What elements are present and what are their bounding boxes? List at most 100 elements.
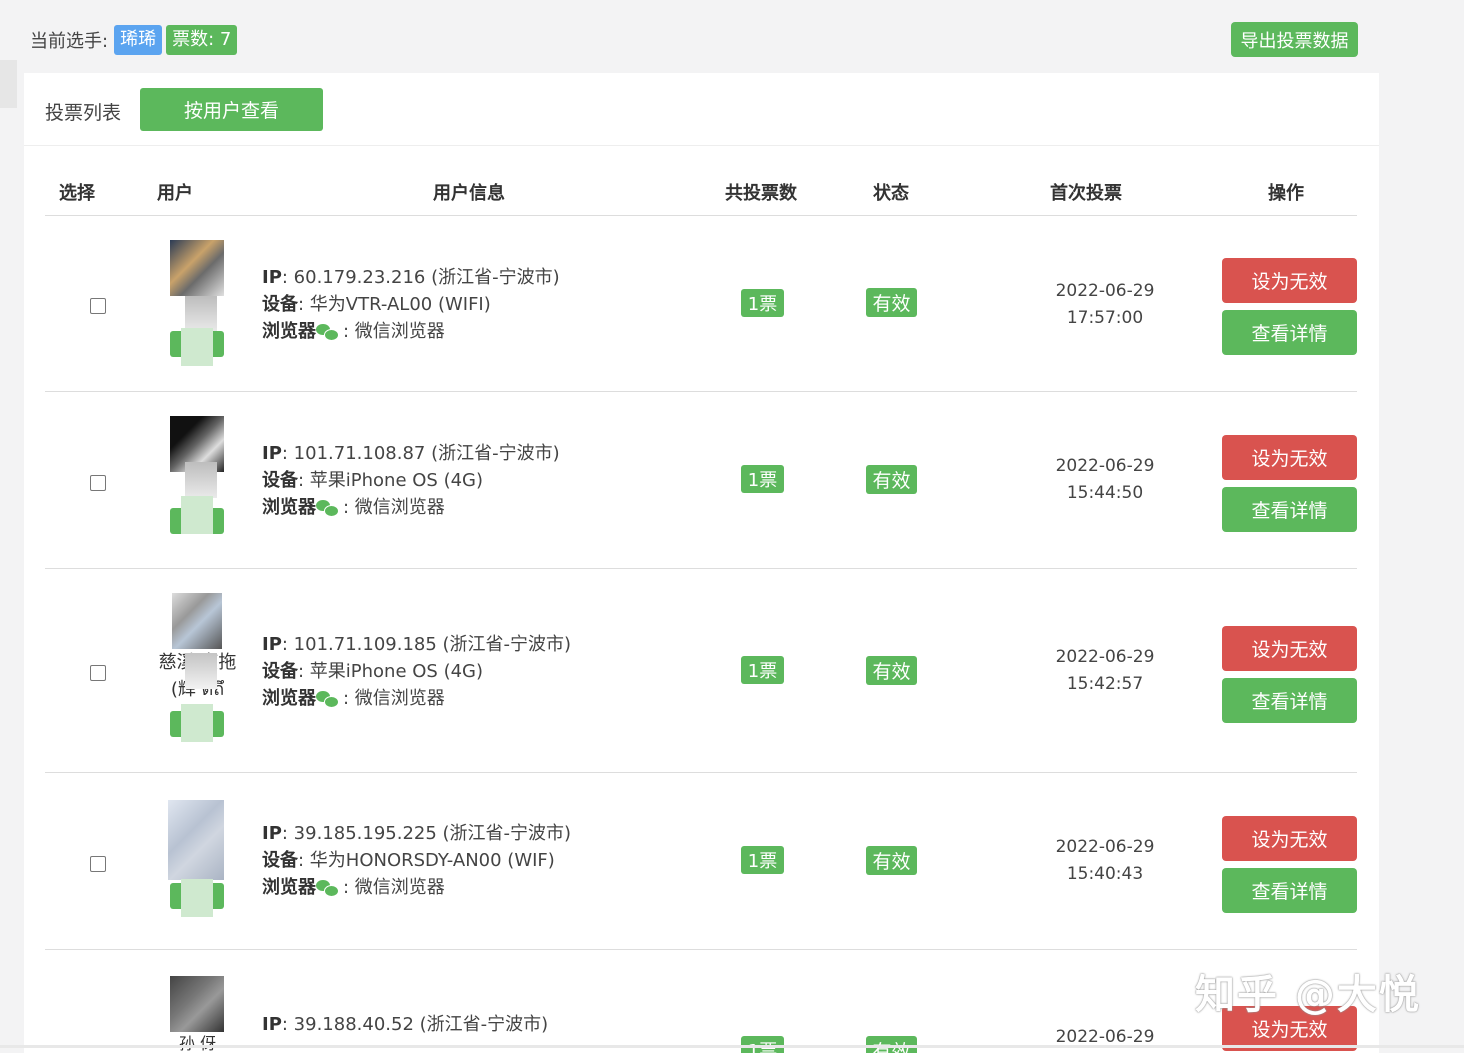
first-vote-time: 2022-06-29 17:57:00 — [1035, 278, 1175, 332]
side-tab[interactable] — [0, 60, 17, 108]
vote-count-badge: 1票 — [741, 289, 784, 317]
ip-label: IP — [262, 267, 282, 288]
first-vote-date: 2022-06-29 — [1055, 281, 1155, 301]
device-label: 设备 — [262, 850, 298, 871]
status-badge: 有效 — [866, 465, 917, 494]
column-header-actions: 操作 — [1268, 183, 1304, 204]
user-info: IP: 60.179.23.216 (浙江省-宁波市) 设备: 华为VTR-AL… — [262, 264, 560, 345]
set-invalid-button[interactable]: 设为无效 — [1222, 816, 1357, 861]
watermark: 知乎 @大悦 — [1195, 972, 1421, 1018]
table-row: 孙 伢 IP: 39.188.40.52 (浙江省-宁波市) 1票 有效 202… — [45, 950, 1357, 1053]
user-tag-blur — [181, 328, 213, 366]
view-details-button[interactable]: 查看详情 — [1222, 310, 1357, 355]
row-checkbox[interactable] — [90, 298, 106, 314]
ip-label: IP — [262, 823, 282, 844]
wechat-icon — [316, 500, 339, 517]
row-checkbox[interactable] — [90, 475, 106, 491]
browser-value: : 微信浏览器 — [343, 688, 445, 709]
set-invalid-button[interactable]: 设为无效 — [1222, 435, 1357, 480]
export-votes-button[interactable]: 导出投票数据 — [1231, 22, 1358, 57]
view-details-button[interactable]: 查看详情 — [1222, 678, 1357, 723]
ip-value: : 39.188.40.52 (浙江省-宁波市) — [281, 1014, 549, 1035]
user-avatar — [168, 800, 224, 880]
ip-label: IP — [262, 1014, 282, 1035]
first-vote-date: 2022-06-29 — [1055, 647, 1155, 667]
wechat-icon — [316, 880, 339, 897]
set-invalid-button[interactable]: 设为无效 — [1222, 258, 1357, 303]
browser-value: : 微信浏览器 — [343, 497, 445, 518]
browser-value: : 微信浏览器 — [343, 877, 445, 898]
device-value: : 苹果iPhone OS (4G) — [298, 661, 484, 682]
avatar-blur — [185, 296, 217, 332]
user-info: IP: 101.71.108.87 (浙江省-宁波市) 设备: 苹果iPhone… — [262, 440, 560, 521]
vote-count-badge: 票数: 7 — [166, 25, 238, 55]
ip-label: IP — [262, 443, 282, 464]
vote-count-badge: 1票 — [741, 846, 784, 874]
user-avatar — [170, 240, 224, 296]
view-details-button[interactable]: 查看详情 — [1222, 487, 1357, 532]
first-vote-date: 2022-06-29 — [1055, 837, 1155, 857]
browser-label: 浏览器 — [262, 688, 316, 709]
device-value: : 华为VTR-AL00 (WIFI) — [298, 294, 491, 315]
device-label: 设备 — [262, 470, 298, 491]
ip-value: : 101.71.109.185 (浙江省-宁波市) — [281, 634, 572, 655]
user-nickname: 孙 伢 — [178, 1034, 217, 1053]
avatar-blur — [185, 653, 217, 689]
browser-label: 浏览器 — [262, 497, 316, 518]
user-avatar — [172, 593, 222, 649]
first-vote-clock: 17:57:00 — [1066, 308, 1144, 328]
first-vote-date: 2022-06-29 — [1055, 456, 1155, 476]
set-invalid-button[interactable]: 设为无效 — [1222, 626, 1357, 671]
column-header-user-info: 用户信息 — [433, 183, 505, 204]
table-row: IP: 60.179.23.216 (浙江省-宁波市) 设备: 华为VTR-AL… — [45, 216, 1357, 392]
first-vote-time: 2022-06-29 15:44:50 — [1035, 453, 1175, 507]
browser-label: 浏览器 — [262, 321, 316, 342]
table-row: IP: 101.71.108.87 (浙江省-宁波市) 设备: 苹果iPhone… — [45, 392, 1357, 569]
first-vote-clock: 15:40:43 — [1066, 864, 1144, 884]
row-checkbox[interactable] — [90, 665, 106, 681]
wechat-icon — [316, 691, 339, 708]
panel-title: 投票列表 — [45, 102, 122, 124]
vote-list-panel: 投票列表 按用户查看 选择 用户 用户信息 共投票数 状态 首次投票 操作 IP… — [24, 73, 1379, 1053]
status-badge: 有效 — [866, 846, 917, 875]
column-header-status: 状态 — [873, 183, 909, 204]
ip-value: : 101.71.108.87 (浙江省-宁波市) — [281, 443, 560, 464]
table-row: IP: 39.185.195.225 (浙江省-宁波市) 设备: 华为HONOR… — [45, 773, 1357, 950]
view-details-button[interactable]: 查看详情 — [1222, 868, 1357, 913]
wechat-icon — [316, 324, 339, 341]
column-header-first-vote: 首次投票 — [1050, 183, 1122, 204]
table-header: 选择 用户 用户信息 共投票数 状态 首次投票 操作 — [45, 169, 1357, 216]
device-value: : 苹果iPhone OS (4G) — [298, 470, 484, 491]
row-checkbox[interactable] — [90, 856, 106, 872]
avatar-blur — [185, 462, 217, 498]
current-candidate-bar: 当前选手: 琋琋 票数: 7 — [30, 24, 238, 56]
panel-header: 投票列表 按用户查看 — [24, 73, 1379, 146]
first-vote-time: 2022-06-29 15:40:43 — [1035, 834, 1175, 888]
ip-value: : 39.185.195.225 (浙江省-宁波市) — [281, 823, 572, 844]
current-label: 当前选手: — [30, 31, 109, 52]
user-tag-blur — [181, 704, 213, 742]
user-info: IP: 39.185.195.225 (浙江省-宁波市) 设备: 华为HONOR… — [262, 820, 571, 901]
user-info: IP: 39.188.40.52 (浙江省-宁波市) — [262, 1011, 548, 1038]
browser-value: : 微信浏览器 — [343, 321, 445, 342]
user-tag-blur — [181, 496, 213, 534]
device-label: 设备 — [262, 661, 298, 682]
view-by-user-button[interactable]: 按用户查看 — [140, 88, 323, 131]
column-header-total-votes: 共投票数 — [725, 183, 797, 204]
candidate-name-badge: 琋琋 — [114, 25, 163, 55]
browser-label: 浏览器 — [262, 877, 316, 898]
table-row: 慈溪 京拖 (辉 ดถึ IP: 101.71.109.185 (浙江省-宁波市… — [45, 569, 1357, 773]
first-vote-time: 2022-06-29 15:42:57 — [1035, 644, 1175, 698]
user-tag-blur — [181, 879, 213, 917]
vote-count-badge: 1票 — [741, 465, 784, 493]
status-badge: 有效 — [866, 288, 917, 317]
vote-count-badge: 1票 — [741, 656, 784, 684]
first-vote-clock: 15:42:57 — [1066, 674, 1144, 694]
device-label: 设备 — [262, 294, 298, 315]
device-value: : 华为HONORSDY-AN00 (WIF) — [298, 850, 555, 871]
column-header-select: 选择 — [59, 183, 95, 204]
status-badge: 有效 — [866, 656, 917, 685]
ip-value: : 60.179.23.216 (浙江省-宁波市) — [281, 267, 560, 288]
first-vote-clock: 15:44:50 — [1066, 483, 1144, 503]
user-avatar — [170, 976, 224, 1032]
